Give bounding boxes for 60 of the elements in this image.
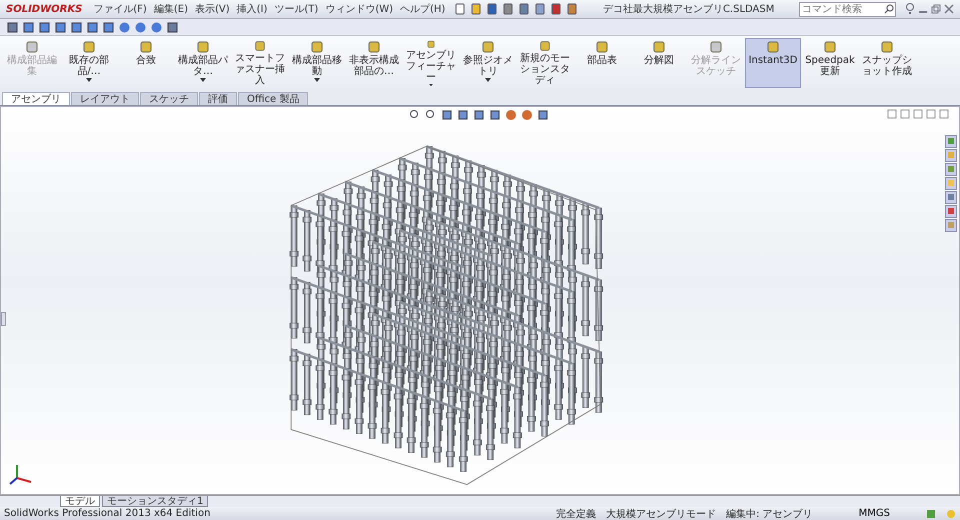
status-text: 完全定義 [556,508,596,520]
command-button[interactable]: 構成部品パタ… [175,38,231,88]
command-button[interactable]: アセンブリフィーチャー [403,38,459,88]
tool-icon [25,40,39,54]
status-text: 編集中: アセンブリ [726,508,813,520]
command-button[interactable]: Instant3D [745,38,801,88]
tool-icon [766,40,780,54]
tool-icon [481,40,495,54]
command-button[interactable]: 参照ジオメトリ [460,38,516,88]
command-button[interactable]: スマートファスナー挿入 [232,38,288,88]
menu-item[interactable]: ファイル(F) [91,2,149,16]
help-icon[interactable] [905,3,915,15]
caret-icon[interactable] [86,78,92,82]
product-name: SolidWorks Professional 2013 x64 Edition [4,508,212,519]
tool-icon [652,40,666,54]
command-button[interactable]: 部品表 [574,38,630,88]
caret-icon[interactable] [314,78,320,82]
tool-icon [310,40,324,54]
menu-item[interactable]: 編集(E) [152,2,190,16]
caret-icon[interactable] [485,78,491,82]
caret-icon[interactable] [200,78,206,82]
bottom-tab[interactable]: モーションスタディ1 [102,496,208,507]
axis-triad-icon [9,462,33,486]
window-title: デコ社最大規模アセンブリC.SLDASM [602,2,776,16]
search-field[interactable]: コマンド検索 [799,2,896,16]
caret-icon[interactable] [428,84,434,86]
command-button[interactable]: 合致 [118,38,174,88]
tool-icon [709,40,723,54]
panel-handle[interactable] [1,312,6,326]
status-text: 大規模アセンブリモード [606,508,716,520]
tool-icon [538,40,552,52]
app-logo: SOLIDWORKS [6,4,82,14]
command-button[interactable]: Speedpak更新 [802,38,858,88]
menu-item[interactable]: ツール(T) [272,2,320,16]
ribbon-tab[interactable]: スケッチ [140,92,198,105]
command-button[interactable]: 非表示構成部品の… [346,38,402,88]
command-button[interactable]: 新規のモーションスタディ [517,38,573,88]
command-button[interactable]: 構成部品移動 [289,38,345,88]
tool-icon [595,40,609,54]
search-icon[interactable] [884,4,894,14]
ribbon-tab[interactable]: 評価 [199,92,237,105]
tool-icon [823,40,837,54]
ribbon-tab[interactable]: Office 製品 [238,92,308,105]
bottom-tab[interactable]: モデル [60,496,100,507]
tool-icon [82,40,96,54]
tool-icon [880,40,894,54]
menu-item[interactable]: ヘルプ(H) [398,2,448,16]
tool-icon [367,40,381,54]
menu-item[interactable]: 表示(V) [192,2,232,16]
ribbon-tab[interactable]: レイアウト [71,92,139,105]
units-selector[interactable]: MMGS [852,507,896,520]
command-button[interactable]: 分解図 [631,38,687,88]
tool-icon [139,40,153,54]
tool-icon [196,40,210,54]
tool-icon [253,40,267,52]
command-button[interactable]: 既存の部品/… [61,38,117,88]
menu-item[interactable]: 挿入(I) [234,2,270,16]
command-button[interactable]: スナップショット作成 [859,38,915,88]
ribbon-tab[interactable]: アセンブリ [2,92,70,105]
menu-item[interactable]: ウィンドウ(W) [323,2,396,16]
